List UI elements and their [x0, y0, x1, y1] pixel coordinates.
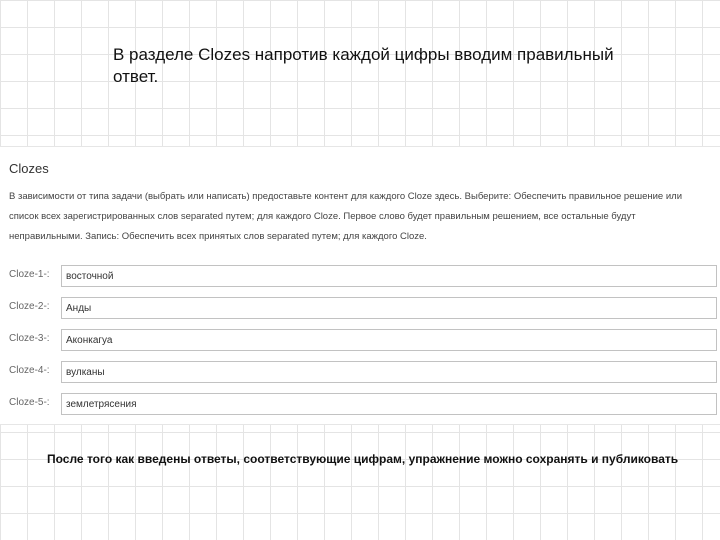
cloze-input-1[interactable]	[61, 265, 717, 287]
cloze-row-3: Cloze-3-:	[9, 329, 717, 351]
cloze-input-4[interactable]	[61, 361, 717, 383]
cloze-input-3[interactable]	[61, 329, 717, 351]
cloze-label-3: Cloze-3-:	[9, 333, 50, 344]
cloze-row-4: Cloze-4-:	[9, 361, 717, 383]
clozes-panel: Clozes В зависимости от типа задачи (выб…	[0, 146, 720, 425]
cloze-label-5: Cloze-5-:	[9, 397, 50, 408]
clozes-instructions: В зависимости от типа задачи (выбрать ил…	[9, 191, 683, 242]
cloze-input-2[interactable]	[61, 297, 717, 319]
cloze-row-2: Cloze-2-:	[9, 297, 717, 319]
cloze-input-5[interactable]	[61, 393, 717, 415]
cloze-label-4: Cloze-4-:	[9, 365, 50, 376]
cloze-row-1: Cloze-1-:	[9, 265, 717, 287]
cloze-label-2: Cloze-2-:	[9, 301, 50, 312]
cloze-row-5: Cloze-5-:	[9, 393, 717, 415]
clozes-heading: Clozes	[9, 161, 49, 176]
cloze-label-1: Cloze-1-:	[9, 269, 50, 280]
slide-title: В разделе Clozes напротив каждой цифры в…	[113, 45, 614, 86]
slide-footer-text: После того как введены ответы, соответст…	[47, 452, 679, 466]
